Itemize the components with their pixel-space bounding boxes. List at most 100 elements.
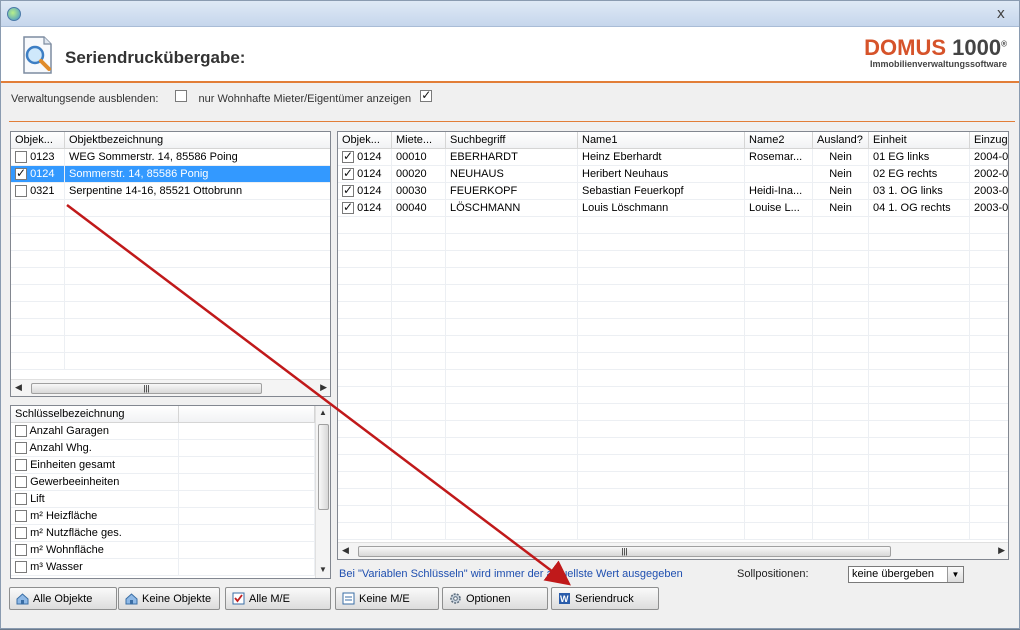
seriendruck-button[interactable]: W Seriendruck — [551, 587, 659, 610]
key-row[interactable]: Lift — [11, 491, 316, 508]
all-objects-button[interactable]: Alle Objekte — [9, 587, 117, 610]
key-name: m² Heizfläche — [30, 510, 98, 522]
empty-row — [338, 455, 1008, 472]
key-row-checkbox[interactable] — [15, 493, 27, 506]
tenants-hscrollbar[interactable]: ◀ ||| ▶ — [338, 542, 1008, 559]
key-name: m² Nutzfläche ges. — [30, 527, 122, 539]
objects-hscrollbar[interactable]: ◀ ||| ▶ — [11, 379, 330, 396]
key-name: Einheiten gesamt — [30, 459, 116, 471]
col-header-einheit[interactable]: Einheit — [869, 132, 970, 149]
tenant-name1: Heinz Eberhardt — [582, 151, 662, 163]
sollpositionen-dropdown[interactable]: keine übergeben ▼ — [848, 566, 964, 583]
options-button[interactable]: Optionen — [442, 587, 548, 610]
object-row[interactable]: 0123 WEG Sommerstr. 14, 85586 Poing — [11, 149, 330, 166]
key-row[interactable]: Gewerbeeinheiten — [11, 474, 316, 491]
tenant-row-checkbox[interactable] — [342, 149, 354, 164]
empty-row — [11, 234, 330, 251]
empty-row — [338, 353, 1008, 370]
object-nr: 0124 — [30, 168, 55, 180]
object-row-checkbox[interactable] — [15, 185, 27, 198]
tenant-einzug: 2003-0 — [974, 202, 1009, 214]
object-row-checkbox[interactable] — [15, 166, 27, 181]
empty-row — [11, 217, 330, 234]
no-tenants-button[interactable]: Keine M/E — [335, 587, 439, 610]
close-icon[interactable]: x — [997, 6, 1005, 22]
chevron-down-icon[interactable]: ▼ — [947, 567, 963, 582]
key-row[interactable]: Anzahl Garagen — [11, 423, 316, 440]
col-header-blank — [179, 406, 315, 423]
hide-ended-checkbox[interactable] — [175, 90, 188, 103]
key-row[interactable]: m³ Wasser — [11, 559, 316, 576]
objects-grid: Objek... Objektbezeichnung 0123 WEG Somm… — [10, 131, 331, 397]
tenant-einheit: 02 EG rechts — [873, 168, 938, 180]
key-row-checkbox[interactable] — [15, 544, 27, 557]
tenant-obj: 0124 — [357, 185, 382, 197]
key-row-checkbox[interactable] — [15, 442, 27, 455]
key-row[interactable]: Einheiten gesamt — [11, 457, 316, 474]
empty-row — [11, 319, 330, 336]
col-header-object-name[interactable]: Objektbezeichnung — [65, 132, 330, 149]
key-row-checkbox[interactable] — [15, 527, 27, 540]
col-header-name1[interactable]: Name1 — [578, 132, 745, 149]
all-tenants-button[interactable]: Alle M/E — [225, 587, 331, 610]
key-row-checkbox[interactable] — [15, 561, 27, 574]
key-row[interactable]: m² Nutzfläche ges. — [11, 525, 316, 542]
empty-row — [11, 268, 330, 285]
key-row[interactable]: Anzahl Whg. — [11, 440, 316, 457]
residents-only-checkbox[interactable] — [420, 88, 433, 103]
tenant-einheit: 01 EG links — [873, 151, 930, 163]
tenant-einzug: 2003-0 — [974, 185, 1009, 197]
tenant-einheit: 04 1. OG rechts — [873, 202, 951, 214]
tenant-row[interactable]: 0124 00040 LÖSCHMANN Louis Löschmann Louise … — [338, 200, 1009, 217]
key-name: m² Wohnfläche — [30, 544, 104, 556]
object-nr: 0321 — [30, 185, 55, 197]
tenant-row-checkbox[interactable] — [342, 200, 354, 215]
title-bar: x — [1, 1, 1019, 27]
dialog-window: x Seriendruckübergabe: DOMUS 1000® Immob… — [0, 0, 1020, 629]
keys-vscroll-thumb[interactable] — [318, 424, 329, 510]
col-header-ausland[interactable]: Ausland? — [813, 132, 869, 149]
col-header-object-nr[interactable]: Objek... — [11, 132, 65, 149]
object-row-checkbox[interactable] — [15, 151, 27, 164]
col-header-einzug[interactable]: Einzug — [970, 132, 1008, 149]
key-name: Anzahl Garagen — [29, 425, 109, 437]
key-row-checkbox[interactable] — [15, 510, 27, 523]
empty-row — [338, 234, 1008, 251]
empty-row — [338, 489, 1008, 506]
tenant-mieter: 00040 — [396, 202, 427, 214]
key-row-checkbox[interactable] — [15, 425, 27, 438]
empty-row — [11, 251, 330, 268]
col-header-name2[interactable]: Name2 — [745, 132, 813, 149]
key-row[interactable]: m² Wohnfläche — [11, 542, 316, 559]
keys-vscrollbar[interactable]: ▲ ▼ — [315, 406, 330, 578]
col-header-key-name[interactable]: Schlüsselbezeichnung — [11, 406, 179, 423]
tenant-such: LÖSCHMANN — [450, 202, 521, 214]
object-row[interactable]: 0124 Sommerstr. 14, 85586 Ponig — [11, 166, 330, 183]
object-name: WEG Sommerstr. 14, 85586 Poing — [69, 151, 238, 163]
key-row[interactable]: m² Heizfläche — [11, 508, 316, 525]
tenant-ausland: Nein — [829, 168, 852, 180]
tenant-row[interactable]: 0124 00010 EBERHARDT Heinz Eberhardt Rosemar… — [338, 149, 1008, 166]
objects-hscroll-thumb[interactable]: ||| — [31, 383, 262, 394]
tenant-row[interactable]: 0124 00020 NEUHAUS Heribert Neuhaus Nein 02 E… — [338, 166, 1008, 183]
no-objects-button[interactable]: Keine Objekte — [118, 587, 220, 610]
options-bar: Verwaltungsende ausblenden: nur Wohnhaft… — [11, 88, 433, 105]
sollpositionen-label: Sollpositionen: — [737, 568, 809, 580]
empty-row — [338, 472, 1008, 489]
tenant-row-checkbox[interactable] — [342, 166, 354, 181]
tenant-row-checkbox[interactable] — [342, 183, 354, 198]
empty-row — [11, 200, 330, 217]
object-row[interactable]: 0321 Serpentine 14-16, 85521 Ottobrunn — [11, 183, 330, 200]
col-header-object[interactable]: Objek... — [338, 132, 392, 149]
tenant-such: NEUHAUS — [450, 168, 504, 180]
col-header-suchbegriff[interactable]: Suchbegriff — [446, 132, 578, 149]
tenant-row[interactable]: 0124 00030 FEUERKOPF Sebastian Feuerkopf Hei… — [338, 183, 1009, 200]
tenants-hscroll-thumb[interactable]: ||| — [358, 546, 891, 557]
key-row-checkbox[interactable] — [15, 459, 27, 472]
col-header-mieter[interactable]: Miete... — [392, 132, 446, 149]
key-row-checkbox[interactable] — [15, 476, 27, 489]
tenant-ausland: Nein — [829, 202, 852, 214]
hide-ended-label: Verwaltungsende ausblenden: — [11, 93, 159, 105]
empty-row — [338, 285, 1008, 302]
object-name: Sommerstr. 14, 85586 Ponig — [69, 168, 209, 180]
